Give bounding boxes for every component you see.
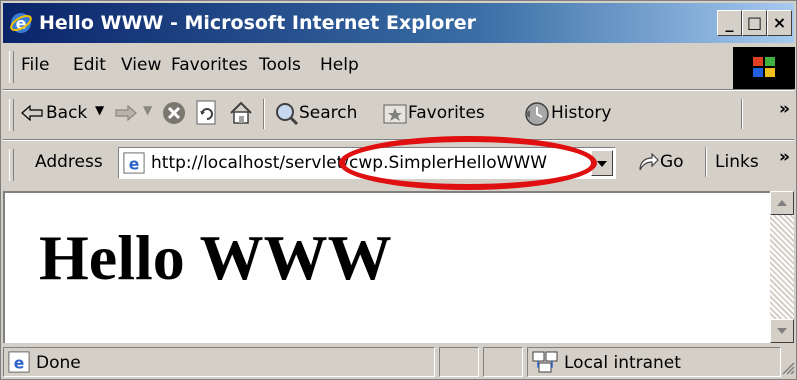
scroll-down-arrow-icon: [777, 328, 787, 334]
menu-file[interactable]: File: [21, 55, 49, 75]
home-icon[interactable]: [228, 100, 254, 126]
forward-dropdown-icon[interactable]: ▼: [143, 103, 152, 117]
back-dropdown-icon[interactable]: ▼: [95, 103, 104, 117]
menu-edit[interactable]: Edit: [73, 55, 106, 75]
favorites-label: Favorites: [408, 103, 485, 123]
go-label: Go: [660, 152, 684, 172]
status-panel-security: [483, 347, 523, 377]
status-page-icon: e: [8, 351, 30, 373]
address-separator: [705, 147, 707, 177]
status-text: Done: [36, 353, 81, 373]
maximize-button[interactable]: □: [742, 10, 767, 36]
ie-icon: e: [10, 13, 32, 33]
stop-icon[interactable]: [161, 100, 187, 126]
windows-flag-icon: [753, 57, 775, 77]
svg-text:e: e: [14, 354, 25, 372]
toolbar-separator: [741, 99, 743, 129]
svg-text:e: e: [129, 155, 140, 173]
window-title: Hello WWW - Microsoft Internet Explorer: [39, 12, 476, 34]
scroll-up-button[interactable]: [770, 191, 794, 215]
minimize-button[interactable]: _: [717, 10, 742, 36]
go-arrow-icon: [639, 153, 659, 171]
back-arrow-icon: [21, 105, 43, 121]
search-icon: [276, 103, 299, 126]
browser-window: e Hello WWW - Microsoft Internet Explore…: [0, 0, 797, 380]
status-zone-label: Local intranet: [564, 353, 681, 373]
menu-bar: File Edit View Favorites Tools Help: [3, 45, 795, 89]
page-heading: Hello WWW: [39, 222, 392, 293]
page-icon: e: [123, 152, 145, 174]
menu-view[interactable]: View: [121, 55, 161, 75]
close-button[interactable]: ×: [767, 10, 792, 36]
title-bar[interactable]: e Hello WWW - Microsoft Internet Explore…: [3, 3, 794, 43]
page-content: Hello WWW: [3, 191, 770, 343]
search-label: Search: [299, 103, 358, 123]
status-main-panel: e Done: [3, 347, 435, 377]
refresh-icon[interactable]: [195, 100, 219, 126]
scroll-down-button[interactable]: [770, 319, 794, 343]
address-grip[interactable]: [9, 149, 14, 181]
resize-grip-icon[interactable]: [781, 361, 795, 375]
url-highlight-oval: [339, 136, 597, 190]
scroll-up-arrow-icon: [777, 200, 787, 206]
standard-toolbar: Back ▼ ▼ Search Favorites History »: [3, 91, 794, 139]
menu-favorites[interactable]: Favorites: [171, 55, 248, 75]
forward-arrow-icon[interactable]: [115, 105, 137, 121]
local-intranet-icon: [532, 351, 558, 373]
toolbar-chevron-icon[interactable]: »: [779, 99, 790, 119]
vertical-scrollbar[interactable]: [770, 191, 794, 343]
links-chevron-icon[interactable]: »: [779, 147, 790, 167]
menu-help[interactable]: Help: [320, 55, 359, 75]
menu-tools[interactable]: Tools: [259, 55, 301, 75]
toolbar-separator: [263, 99, 265, 129]
back-label: Back: [46, 103, 88, 123]
windows-logo: [733, 47, 795, 89]
history-label: History: [551, 103, 612, 123]
address-label: Address: [35, 152, 103, 172]
toolbar-grip[interactable]: [9, 99, 14, 131]
history-icon: [525, 102, 549, 126]
status-panel-progress: [439, 347, 479, 377]
menu-grip[interactable]: [9, 51, 14, 83]
status-bar: e Done Local intranet: [3, 345, 795, 379]
status-zone-panel: Local intranet: [527, 347, 781, 377]
links-label[interactable]: Links: [715, 152, 759, 172]
favorites-icon: [383, 104, 407, 124]
